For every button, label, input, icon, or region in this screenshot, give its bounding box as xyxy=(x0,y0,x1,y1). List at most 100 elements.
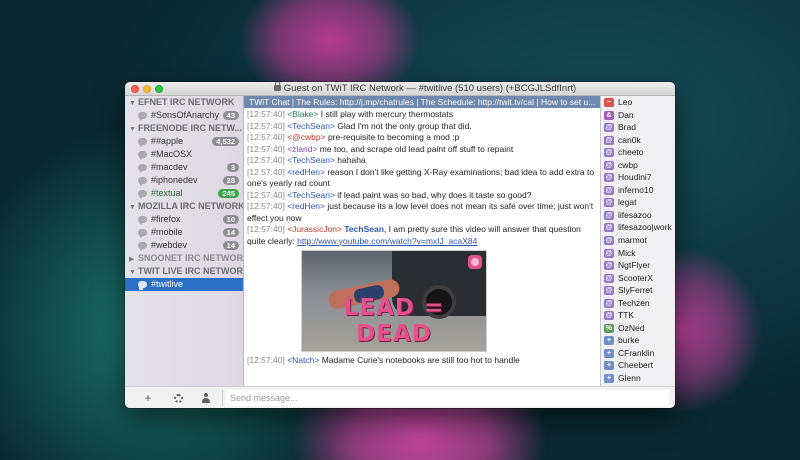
user-list-item[interactable]: @ SlyFerret xyxy=(601,284,675,297)
user-list-item[interactable]: @ inferno10 xyxy=(601,184,675,197)
channel-name: #webdev xyxy=(151,240,188,250)
network-header[interactable]: ▼ FREENODE IRC NETW... xyxy=(125,122,243,135)
channel-item[interactable]: #iphonedev 28 xyxy=(125,174,243,187)
user-mode-icon: @ xyxy=(604,185,614,195)
user-list-item[interactable]: @ cheeto xyxy=(601,146,675,159)
settings-button[interactable] xyxy=(163,387,193,408)
user-name: Dan xyxy=(618,109,634,120)
network-name: SNOONET IRC NETWORK xyxy=(138,253,243,263)
network-name: EFNET IRC NETWORK xyxy=(138,97,235,107)
close-window-button[interactable] xyxy=(131,85,139,93)
user-list-item[interactable]: % OzNed xyxy=(601,322,675,335)
channel-item[interactable]: #MacOSX xyxy=(125,148,243,161)
image-caption: LEAD = DEAD xyxy=(343,295,445,347)
network-header[interactable]: ▼ EFNET IRC NETWORK xyxy=(125,96,243,109)
inline-image-preview[interactable]: LEAD = DEAD xyxy=(301,250,487,352)
zoom-window-button[interactable] xyxy=(155,85,163,93)
user-mode-icon: @ xyxy=(604,148,614,158)
channel-topic[interactable]: TWiT Chat | The Rules: http://j.mp/chatr… xyxy=(244,96,600,108)
message-nick[interactable]: <zland> xyxy=(287,144,317,154)
user-name: can0k xyxy=(618,134,641,145)
disclosure-down-icon[interactable]: ▼ xyxy=(129,97,138,109)
channel-item[interactable]: #SonsOfAnarchy 43 xyxy=(125,109,243,122)
message-nick[interactable]: <Natch> xyxy=(287,355,319,365)
channel-item[interactable]: #firefox 10 xyxy=(125,213,243,226)
user-list-item[interactable]: @ TTK xyxy=(601,309,675,322)
user-list-item[interactable]: & Dan xyxy=(601,109,675,122)
message-nick[interactable]: <TechSean> xyxy=(287,190,335,200)
user-list: ~ Leo & Dan @ Brad @ can0k @ cheeto @ cwbp @ Houdini7… xyxy=(600,96,675,386)
disclosure-right-icon[interactable]: ▶ xyxy=(129,253,138,265)
user-list-item[interactable]: @ can0k xyxy=(601,134,675,147)
channel-item[interactable]: #macdev 3 xyxy=(125,161,243,174)
image-logo-icon xyxy=(468,255,482,269)
network-header[interactable]: ▶ SNOONET IRC NETWORK xyxy=(125,252,243,265)
disclosure-down-icon[interactable]: ▼ xyxy=(129,266,138,278)
chat-message: [12:57:40] <JurassicJon> TechSean, I am … xyxy=(247,224,597,247)
user-mode-icon: @ xyxy=(604,261,614,271)
user-list-item[interactable]: @ ScooterX xyxy=(601,272,675,285)
chat-bubble-icon xyxy=(138,190,147,199)
network-name: FREENODE IRC NETW... xyxy=(138,123,243,133)
disclosure-down-icon[interactable]: ▼ xyxy=(129,201,138,213)
message-nick[interactable]: <Blake> xyxy=(287,109,318,119)
user-list-item[interactable]: @ NgtFlyer xyxy=(601,259,675,272)
chat-bubble-icon xyxy=(138,216,147,225)
message-text: me too, and scrape old lead paint off st… xyxy=(317,143,514,154)
message-link[interactable]: http://www.youtube.com/watch?v=mxIJ_acaX… xyxy=(297,236,477,246)
channel-item[interactable]: ##apple 4,532 xyxy=(125,135,243,148)
channel-item[interactable]: #textual 245 xyxy=(125,187,243,200)
channel-name: #iphonedev xyxy=(151,175,198,185)
message-nick[interactable]: <@cwbp> xyxy=(287,132,325,142)
message-text: if lead paint was so bad, why does it ta… xyxy=(334,189,532,200)
channel-item[interactable]: #mobile 14 xyxy=(125,226,243,239)
minimize-window-button[interactable] xyxy=(143,85,151,93)
user-list-item[interactable]: + Cheebert xyxy=(601,359,675,372)
user-list-item[interactable]: @ cwbp xyxy=(601,159,675,172)
irc-window: Guest on TWiT IRC Network — #twitlive (5… xyxy=(125,82,675,408)
user-mode-icon: @ xyxy=(604,298,614,308)
network-header[interactable]: ▼ MOZILLA IRC NETWORK xyxy=(125,200,243,213)
user-list-item[interactable]: @ Mick xyxy=(601,247,675,260)
user-list-item[interactable]: + burke xyxy=(601,334,675,347)
user-list-item[interactable]: @ Techzen xyxy=(601,297,675,310)
user-list-item[interactable]: @ marmot xyxy=(601,234,675,247)
user-list-item[interactable]: @ Houdini7 xyxy=(601,171,675,184)
message-timestamp: [12:57:40] xyxy=(247,155,285,165)
chat-view: TWiT Chat | The Rules: http://j.mp/chatr… xyxy=(244,96,600,386)
channel-name: #textual xyxy=(151,188,183,198)
chat-message: [12:57:40] <TechSean> if lead paint was … xyxy=(247,190,597,202)
user-mode-icon: @ xyxy=(604,173,614,183)
user-info-button[interactable] xyxy=(191,387,221,408)
user-name: burke xyxy=(618,335,640,346)
title-bar[interactable]: Guest on TWiT IRC Network — #twitlive (5… xyxy=(125,82,675,96)
send-message-input[interactable] xyxy=(225,390,669,406)
user-list-item[interactable]: + CFranklin xyxy=(601,347,675,360)
message-timestamp: [12:57:40] xyxy=(247,189,285,200)
disclosure-down-icon[interactable]: ▼ xyxy=(129,123,138,135)
message-nick[interactable]: <TechSean> xyxy=(287,155,335,165)
user-list-item[interactable]: @ Brad xyxy=(601,121,675,134)
message-nick[interactable]: <redHen> xyxy=(287,201,325,211)
network-header[interactable]: ▼ TWIT LIVE IRC NETWORK xyxy=(125,265,243,278)
user-list-item[interactable]: @ lifesazoo xyxy=(601,209,675,222)
user-list-item[interactable]: + Glenn xyxy=(601,372,675,385)
user-list-item[interactable]: ~ Leo xyxy=(601,96,675,109)
user-list-item[interactable]: @ lifesazoo|work xyxy=(601,221,675,234)
message-nick[interactable]: <TechSean> xyxy=(287,121,335,131)
chat-message: [12:57:40] <@cwbp> pre-requisite to beco… xyxy=(247,132,597,144)
channel-item[interactable]: #webdev 14 xyxy=(125,239,243,252)
channel-item[interactable]: #twitlive xyxy=(125,278,243,291)
message-nick[interactable]: <JurassicJon> xyxy=(287,224,342,234)
user-list-item[interactable]: @ legat xyxy=(601,196,675,209)
message-timestamp: [12:57:40] xyxy=(247,166,285,177)
user-name: OzNed xyxy=(618,322,645,333)
add-server-button[interactable]: + xyxy=(133,387,163,408)
chat-bubble-icon xyxy=(138,164,147,173)
chat-bubble-icon xyxy=(138,281,147,290)
message-timestamp: [12:57:40] xyxy=(247,201,285,211)
message-text: I still play with mercury thermostats xyxy=(318,109,454,119)
unread-badge: 14 xyxy=(222,228,239,237)
message-timestamp: [12:57:40] xyxy=(247,132,285,142)
message-nick[interactable]: <redHen> xyxy=(287,167,325,177)
